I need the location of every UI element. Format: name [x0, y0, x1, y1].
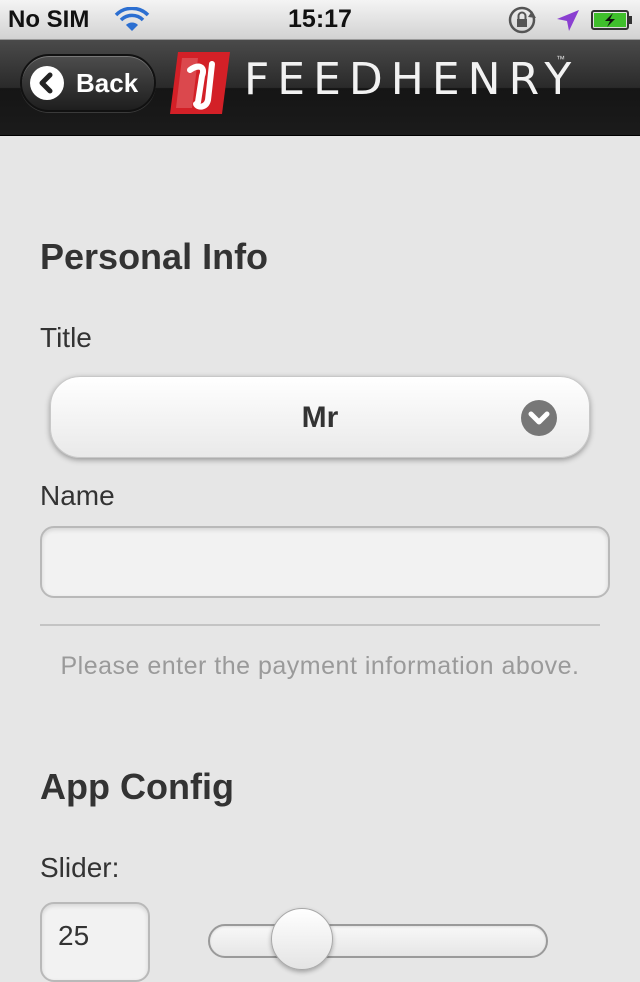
feedhenry-logo-icon: [170, 52, 230, 114]
back-button[interactable]: Back: [20, 54, 156, 112]
name-field-label: Name: [40, 480, 115, 511]
rotation-lock-icon: [508, 6, 536, 34]
slider-value-input[interactable]: 25: [40, 902, 150, 982]
name-input[interactable]: [40, 526, 610, 598]
title-select[interactable]: Mr: [50, 376, 590, 458]
chevron-down-icon: [521, 400, 557, 436]
title-select-value: Mr: [301, 401, 339, 434]
status-bar: No SIM 15:17: [0, 0, 640, 40]
section-title-personal-info: Personal Info: [40, 236, 269, 277]
payment-hint-text: Please enter the payment information abo…: [60, 652, 580, 680]
back-arrow-icon: [30, 66, 64, 100]
section-divider: [40, 624, 600, 626]
slider-track[interactable]: [208, 924, 548, 958]
slider-label: Slider:: [40, 852, 120, 883]
brand-wordmark: FEEDHENRY: [244, 54, 580, 105]
trademark-mark: ™: [556, 54, 565, 64]
battery-charging-icon: [591, 10, 632, 30]
title-field-label: Title: [40, 322, 92, 353]
app-header: Back FEEDHENRY ™: [0, 40, 640, 136]
back-button-label: Back: [76, 68, 139, 98]
location-arrow-icon: [557, 10, 579, 31]
clock: 15:17: [288, 5, 352, 33]
section-title-app-config: App Config: [40, 766, 234, 807]
slider-handle[interactable]: [270, 908, 333, 970]
